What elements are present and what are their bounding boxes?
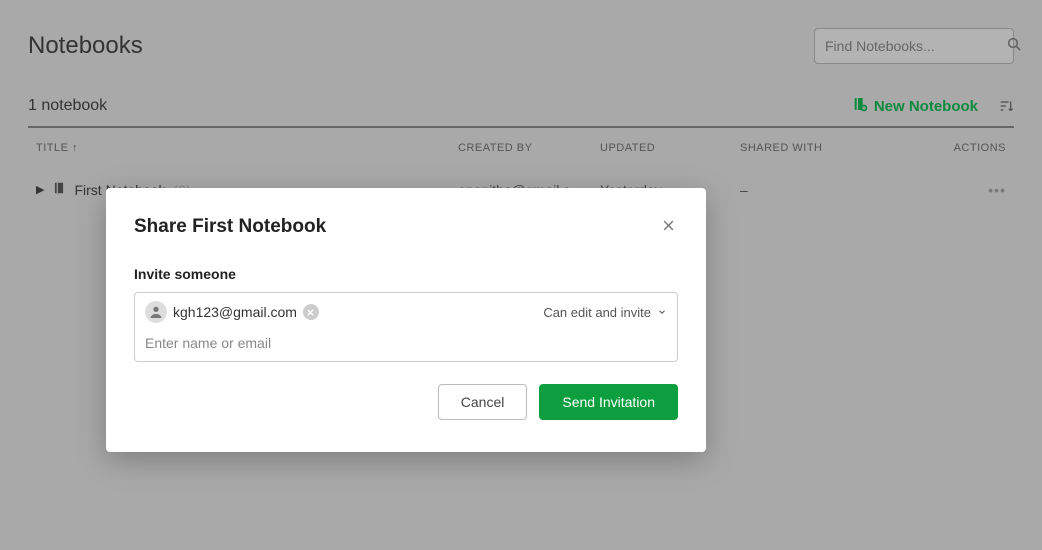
- avatar-icon: [145, 301, 167, 323]
- permission-dropdown[interactable]: Can edit and invite: [543, 305, 667, 320]
- remove-recipient-button[interactable]: [303, 304, 319, 320]
- new-notebook-label: New Notebook: [874, 98, 978, 115]
- row-actions-button[interactable]: •••: [950, 182, 1006, 198]
- invite-top-row: kgh123@gmail.com Can edit and invite: [145, 301, 667, 323]
- notebooks-page: Notebooks 1 notebook New Notebook TITLE …: [0, 0, 1042, 211]
- search-box[interactable]: [814, 28, 1014, 64]
- invite-label: Invite someone: [134, 266, 678, 282]
- modal-header: Share First Notebook: [134, 216, 678, 238]
- permission-label: Can edit and invite: [543, 305, 651, 320]
- recipient-email: kgh123@gmail.com: [173, 304, 297, 320]
- notebook-icon: [52, 180, 66, 199]
- page-title: Notebooks: [28, 32, 143, 60]
- share-modal: Share First Notebook Invite someone kgh1…: [106, 188, 706, 452]
- column-updated[interactable]: UPDATED: [600, 142, 740, 154]
- toolbar: 1 notebook New Notebook: [28, 96, 1014, 116]
- modal-actions: Cancel Send Invitation: [134, 384, 678, 420]
- page-header: Notebooks: [28, 28, 1014, 64]
- row-shared-with: –: [740, 182, 950, 198]
- invite-input[interactable]: [145, 333, 667, 353]
- toolbar-actions: New Notebook: [852, 96, 1014, 116]
- cancel-button[interactable]: Cancel: [438, 384, 528, 420]
- column-shared-with[interactable]: SHARED WITH: [740, 142, 950, 154]
- search-input[interactable]: [825, 38, 1006, 54]
- close-icon: [661, 221, 676, 236]
- invite-box[interactable]: kgh123@gmail.com Can edit and invite: [134, 292, 678, 362]
- table-header: TITLE ↑ CREATED BY UPDATED SHARED WITH A…: [28, 128, 1014, 168]
- close-button[interactable]: [659, 216, 678, 238]
- notebook-add-icon: [852, 96, 868, 116]
- send-invitation-button[interactable]: Send Invitation: [539, 384, 678, 420]
- recipient-chip: kgh123@gmail.com: [145, 301, 319, 323]
- sort-button[interactable]: [998, 98, 1014, 114]
- column-actions: ACTIONS: [950, 142, 1006, 154]
- modal-title: Share First Notebook: [134, 216, 326, 238]
- search-icon: [1006, 36, 1022, 57]
- column-created-by[interactable]: CREATED BY: [458, 142, 600, 154]
- chevron-down-icon: [657, 305, 667, 320]
- notebook-count: 1 notebook: [28, 97, 107, 115]
- new-notebook-button[interactable]: New Notebook: [852, 96, 978, 116]
- expand-arrow-icon[interactable]: ▶: [36, 183, 44, 196]
- column-title[interactable]: TITLE ↑: [36, 142, 458, 154]
